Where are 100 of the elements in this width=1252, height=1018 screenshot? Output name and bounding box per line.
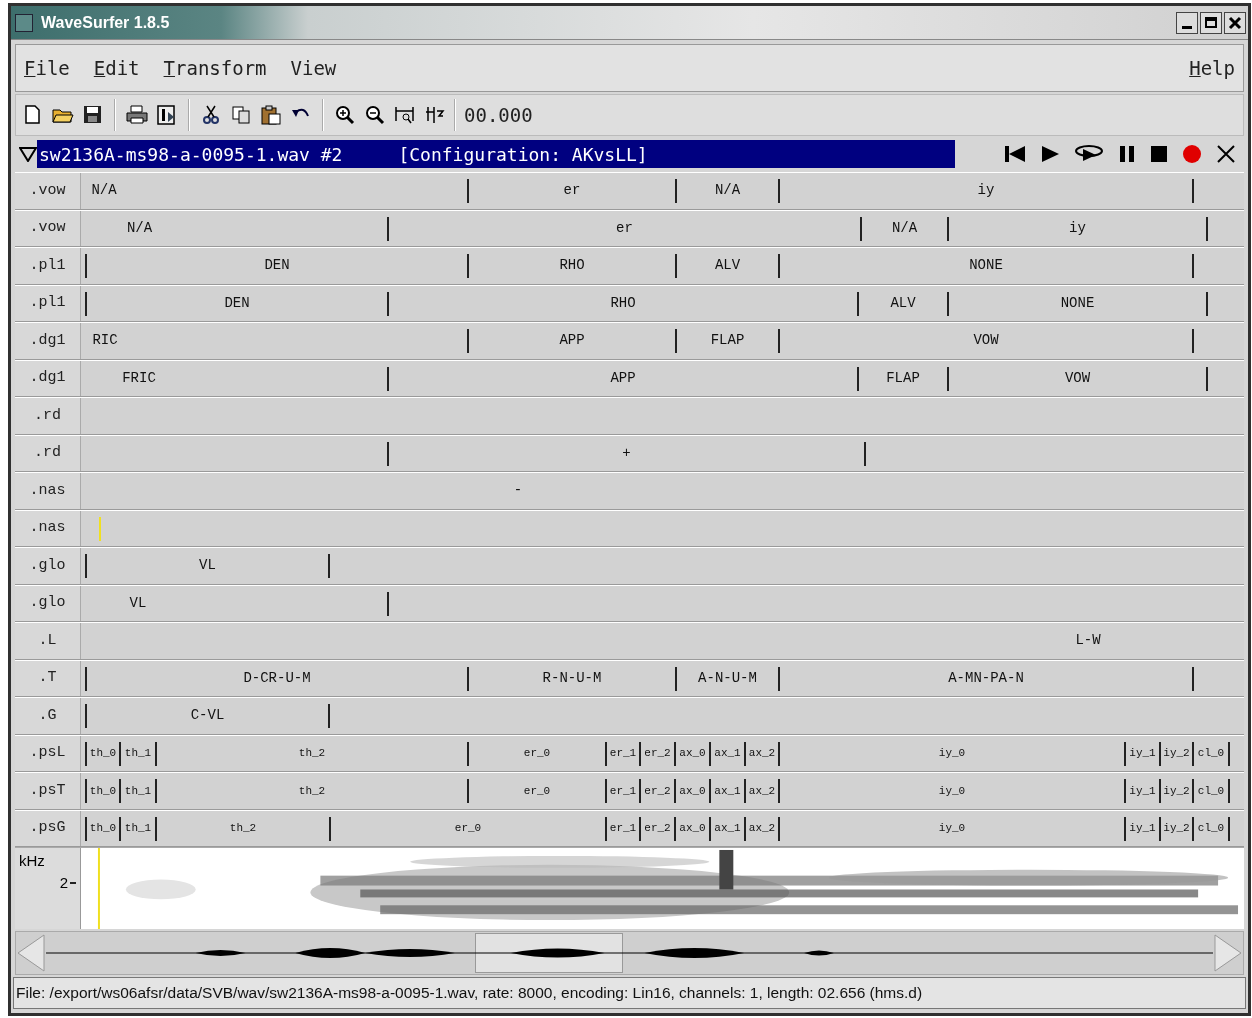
status-text: File: /export/ws06afsr/data/SVB/wav/sw2136A-ms98-a-0095-1.wav, rate: 8000, encoding: Lin16, channels: 1, length: 02.656 (hms.d) [16,983,923,1004]
segment-label: N/A [713,181,742,201]
rewind-icon[interactable] [1004,144,1026,164]
expander-icon[interactable] [19,146,37,162]
stop-icon[interactable] [1150,145,1168,163]
segment-label: er_0 [522,746,552,761]
tier-track[interactable]: + [81,435,1244,471]
segment-label: th_2 [228,821,258,836]
segment-label: DEN [263,256,291,276]
close-icon[interactable] [1216,144,1236,164]
play-icon[interactable] [1040,144,1060,164]
segment-label: iy_0 [937,746,967,761]
tier-track[interactable]: N/A er N/A iy [81,210,1244,246]
segment-label: N/A [125,218,154,238]
scissors-icon[interactable] [200,104,222,126]
segment-label: er [615,218,634,238]
segment-label: th_0 [88,746,118,761]
segment-label: ax_1 [713,821,742,836]
segment-label: + [621,443,632,463]
segment-label: RIC [91,331,119,351]
tier-track[interactable]: VL [81,585,1244,621]
segment-label: FLAP [885,368,921,388]
segment-label: ALV [889,293,917,313]
segment-label: iy [976,181,996,201]
window-title: WaveSurfer 1.8.5 [41,12,170,33]
segment-label: th_1 [123,746,153,761]
segment-label: VOW [1063,368,1092,388]
zoom-fit-icon[interactable] [394,104,416,126]
segment-label: A-MN-PA-N [947,668,1025,688]
properties-icon[interactable] [156,104,178,126]
segment-label: iy_1 [1128,821,1157,836]
segment-label: er_1 [608,783,638,799]
segment-label: ax_1 [713,746,742,761]
zoom-selection-icon[interactable] [424,104,446,126]
segment-label: cl_0 [1196,746,1226,761]
close-button[interactable] [1224,11,1246,34]
segment-label: VL [128,593,148,613]
zoom-out-icon[interactable] [364,104,386,126]
segment-label: ax_0 [678,821,707,836]
paste-icon[interactable] [260,104,282,126]
segment-label: RHO [609,293,637,313]
segment-label: iy_0 [937,783,967,799]
segment-label: er_0 [522,783,552,799]
segment-label: th_1 [123,821,153,836]
segment-label: iy_2 [1162,746,1191,761]
cursor-line [99,516,101,541]
segment-label: th_0 [88,821,118,836]
menu-item[interactable]: View [290,53,337,83]
segment-label: cl_0 [1196,783,1226,799]
segment-label: th_2 [297,746,327,761]
segment-label: ALV [713,256,742,276]
copy-icon[interactable] [230,104,252,126]
minimize-button[interactable] [1176,11,1198,34]
segment-label: NONE [1059,293,1096,313]
segment-label: APP [609,368,637,388]
segment-label: APP [558,331,586,351]
segment-label: L-W [1074,631,1102,651]
tier-track[interactable]: th_0 th_1 th_2 er_0 er_1 er_2 ax_0 ax_1 ax_2 iy_0 iy_1 iy_2 cl_0 [81,735,1244,771]
menu-item[interactable]: Transform [163,53,267,83]
segment-label: A-N-U-M [697,668,758,688]
pause-icon[interactable] [1118,144,1136,164]
tier-track[interactable]: FRIC APP FLAP VOW [81,360,1244,396]
segment-label: ax_0 [678,783,707,799]
play-loop-icon[interactable] [1074,144,1104,164]
segment-label: iy_2 [1162,783,1191,799]
segment-label: er_1 [608,821,638,836]
tier-track[interactable]: L-W [81,623,1244,659]
axis-tick-label: 2 [59,873,68,893]
segment-label: NONE [968,256,1004,276]
segment-label: R-N-U-M [541,668,603,688]
segment-label: er_2 [643,746,672,761]
menu-item[interactable]: Edit [93,53,140,83]
save-icon[interactable] [82,104,104,126]
time-display: 00.000 [464,102,533,128]
segment-label: cl_0 [1196,821,1226,836]
zoom-in-icon[interactable] [334,104,356,126]
segment-label: iy_0 [937,821,967,836]
tier-track[interactable]: DEN RHO ALV NONE [81,285,1244,321]
menu-item[interactable]: File [24,53,70,83]
segment-label: iy_1 [1128,783,1157,799]
segment-label: FRIC [121,368,157,388]
segment-label: er_2 [643,821,672,836]
segment-label: C-VL [189,706,226,726]
segment-label: er_0 [453,821,483,836]
segment-label: th_1 [123,783,153,799]
tier-track[interactable]: th_0 th_1 th_2 er_0 er_1 er_2 ax_0 ax_1 ax_2 iy_0 iy_1 iy_2 cl_0 [81,810,1244,846]
segment-label: VL [198,556,217,576]
tier-track[interactable]: D-CR-U-M R-N-U-M A-N-U-M A-MN-PA-N [81,660,1244,696]
segment-label: ax_0 [678,746,707,761]
segment-label: iy_2 [1162,821,1191,836]
segment-label: - [512,481,524,501]
tier-track[interactable]: - [81,473,1244,509]
segment-label: er_2 [643,783,672,799]
menu-item[interactable]: Help [1189,53,1235,83]
segment-label: er_1 [608,746,638,761]
printer-icon[interactable] [126,104,148,126]
maximize-button[interactable] [1200,11,1222,34]
app-icon [15,13,33,32]
record-icon[interactable] [1182,144,1202,164]
segment-label: D-CR-U-M [242,668,312,688]
